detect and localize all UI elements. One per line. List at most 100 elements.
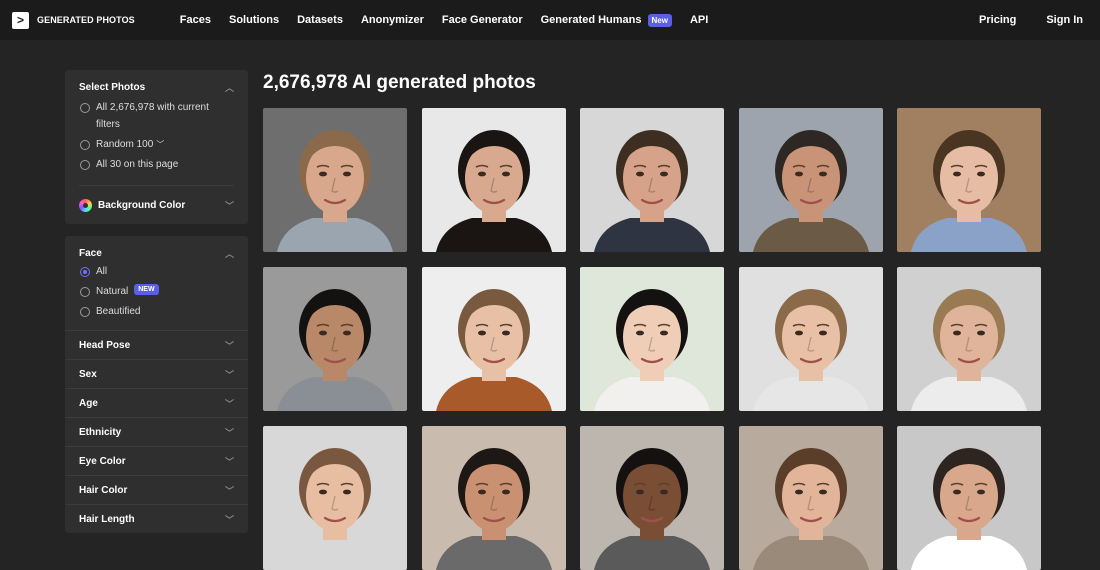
chevron-up-icon: ︿: [224, 248, 234, 259]
chevron-down-icon: ﹀: [224, 427, 234, 438]
option-label: All 2,676,978 with current filters: [96, 102, 209, 130]
radio-button-selected[interactable]: [80, 267, 90, 277]
filter-hair-length[interactable]: Hair Length ﹀: [65, 504, 248, 533]
main-nav: Faces Solutions Datasets Anonymizer Face…: [180, 13, 727, 27]
nav-solutions[interactable]: Solutions: [229, 14, 279, 26]
sign-in-link[interactable]: Sign In: [1046, 14, 1083, 26]
photo-tile[interactable]: [263, 108, 407, 252]
filter-label: Hair Color: [79, 484, 128, 496]
filter-head-pose[interactable]: Head Pose ﹀: [65, 330, 248, 359]
radio-button[interactable]: [80, 140, 90, 150]
photo-tile[interactable]: [263, 426, 407, 570]
logo-icon: >: [12, 11, 29, 29]
face-photo: [580, 267, 724, 411]
pricing-link[interactable]: Pricing: [979, 14, 1016, 26]
filter-label: Age: [79, 397, 98, 409]
face-photo: [897, 267, 1041, 411]
filter-label: Eye Color: [79, 455, 126, 467]
nav-anonymizer[interactable]: Anonymizer: [361, 14, 424, 26]
option-all-with-filters[interactable]: All 2,676,978 with current filters: [65, 102, 248, 133]
option-label: Random 100: [96, 139, 154, 150]
face-title: Face: [79, 247, 102, 259]
face-photo: [897, 108, 1041, 252]
photo-tile[interactable]: [897, 108, 1041, 252]
nav-generated-humans-label: Generated Humans: [540, 14, 642, 26]
filter-label: Head Pose: [79, 339, 131, 351]
select-photos-title: Select Photos: [79, 81, 146, 93]
option-label: Natural: [96, 286, 129, 297]
background-color-header[interactable]: Background Color ﹀: [65, 186, 248, 224]
filter-hair-color[interactable]: Hair Color ﹀: [65, 475, 248, 504]
face-photo: [897, 426, 1041, 570]
option-label: Beautified: [96, 306, 141, 317]
nav-right: Pricing Sign In: [979, 14, 1100, 26]
photo-tile[interactable]: [738, 267, 883, 411]
face-panel: Face ︿ All Natural NEW Beautified Head P…: [65, 236, 248, 533]
filter-label: Ethnicity: [79, 426, 122, 438]
face-header[interactable]: Face ︿: [65, 236, 248, 270]
face-photo: [263, 267, 407, 411]
radio-button[interactable]: [80, 307, 90, 317]
filter-eye-color[interactable]: Eye Color ﹀: [65, 446, 248, 475]
logo[interactable]: > GENERATED PHOTOS: [12, 11, 135, 29]
filter-ethnicity[interactable]: Ethnicity ﹀: [65, 417, 248, 446]
face-photo: [263, 108, 407, 252]
nav-api[interactable]: API: [690, 14, 708, 26]
filter-label: Hair Length: [79, 513, 135, 525]
chevron-down-icon: ﹀: [224, 200, 234, 211]
face-photo: [580, 426, 724, 570]
photo-tile[interactable]: [421, 267, 566, 411]
brand-name: GENERATED PHOTOS: [37, 15, 135, 25]
photo-tile[interactable]: [897, 426, 1041, 570]
photo-tile[interactable]: [580, 267, 724, 411]
photo-tile[interactable]: [580, 426, 724, 570]
chevron-down-icon: ﹀: [224, 485, 234, 496]
face-photo: [738, 267, 883, 411]
radio-button[interactable]: [80, 160, 90, 170]
face-option-all[interactable]: All: [65, 266, 248, 280]
new-badge: NEW: [134, 284, 159, 295]
filter-age[interactable]: Age ﹀: [65, 388, 248, 417]
radio-button[interactable]: [80, 287, 90, 297]
face-photo: [738, 426, 883, 570]
face-photo: [580, 108, 724, 252]
chevron-down-icon: ﹀: [156, 140, 165, 149]
page-title: 2,676,978 AI generated photos: [263, 72, 536, 93]
filter-sex[interactable]: Sex ﹀: [65, 359, 248, 388]
nav-face-generator[interactable]: Face Generator: [442, 14, 523, 26]
face-photo: [421, 108, 566, 252]
option-label: All: [96, 266, 108, 277]
chevron-down-icon: ﹀: [224, 398, 234, 409]
nav-datasets[interactable]: Datasets: [297, 14, 343, 26]
face-option-natural[interactable]: Natural NEW: [65, 284, 248, 300]
face-photo: [263, 426, 407, 570]
face-photo: [421, 426, 566, 570]
photo-tile[interactable]: [421, 108, 566, 252]
chevron-down-icon: ﹀: [224, 456, 234, 467]
new-badge: New: [647, 13, 672, 27]
chevron-up-icon: ︿: [224, 82, 234, 93]
photo-tile[interactable]: [263, 267, 407, 411]
face-option-beautified[interactable]: Beautified: [65, 306, 248, 330]
photo-tile[interactable]: [738, 108, 883, 252]
color-wheel-icon: [79, 198, 92, 212]
nav-generated-humans[interactable]: Generated Humans New: [540, 13, 672, 27]
radio-button[interactable]: [80, 103, 90, 113]
option-label: All 30 on this page: [96, 159, 179, 170]
photo-tile[interactable]: [580, 108, 724, 252]
select-photos-panel: Select Photos ︿ All 2,676,978 with curre…: [65, 70, 248, 224]
photo-tile[interactable]: [421, 426, 566, 570]
filter-label: Sex: [79, 368, 97, 380]
photo-tile[interactable]: [897, 267, 1041, 411]
filter-sidebar: Select Photos ︿ All 2,676,978 with curre…: [65, 70, 248, 533]
photo-tile[interactable]: [738, 426, 883, 570]
chevron-down-icon: ﹀: [224, 369, 234, 380]
face-photo: [738, 108, 883, 252]
background-color-label: Background Color: [98, 199, 186, 211]
chevron-down-icon: ﹀: [224, 340, 234, 351]
top-navigation: > GENERATED PHOTOS Faces Solutions Datas…: [0, 0, 1100, 40]
option-random-100[interactable]: Random 100 ﹀: [65, 139, 248, 153]
face-photo: [421, 267, 566, 411]
nav-faces[interactable]: Faces: [180, 14, 211, 26]
option-all-on-page[interactable]: All 30 on this page: [65, 159, 248, 185]
